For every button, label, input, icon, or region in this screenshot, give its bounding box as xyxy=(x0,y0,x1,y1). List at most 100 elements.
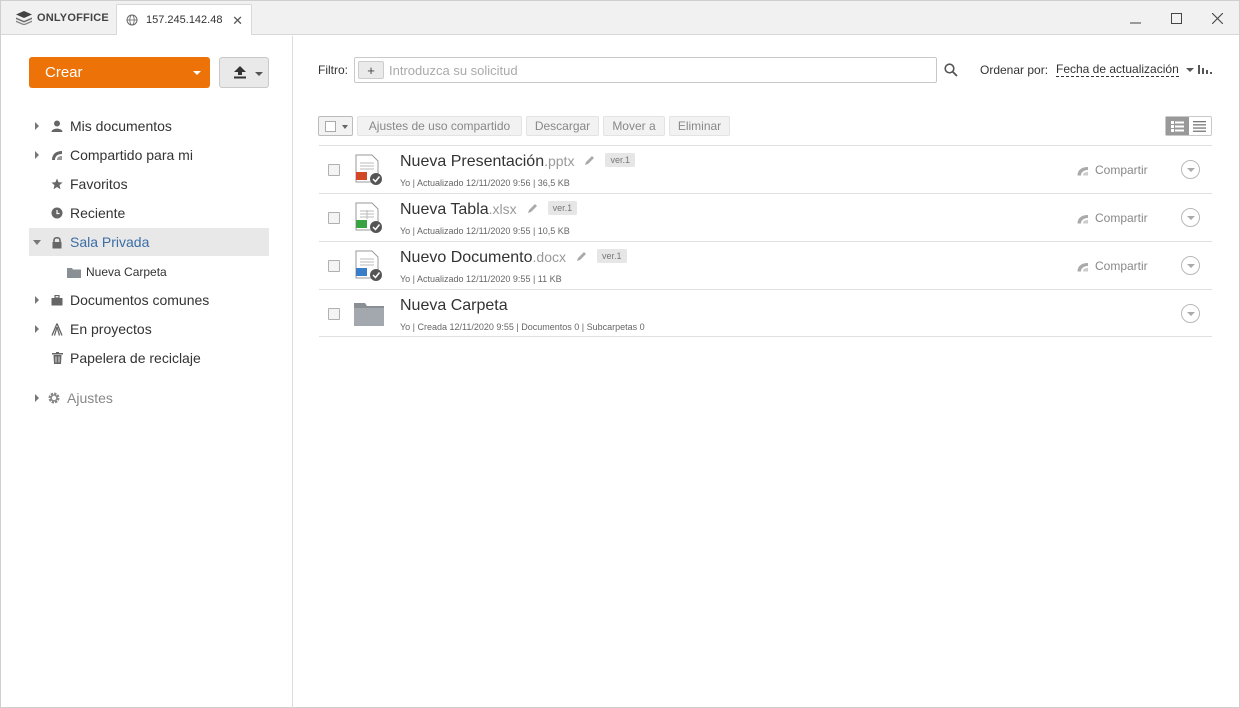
star-icon xyxy=(50,177,64,191)
chevron-down-icon[interactable] xyxy=(1186,68,1194,72)
folder-row[interactable]: Nueva Carpeta Yo | Creada 12/11/2020 9:5… xyxy=(319,289,1212,337)
sort-direction-icon[interactable] xyxy=(1198,63,1212,75)
sidebar-item-my-documents[interactable]: Mis documentos xyxy=(29,112,269,140)
filter-add-button[interactable]: + xyxy=(358,61,384,79)
file-extension: .pptx xyxy=(544,153,575,169)
file-row[interactable]: Nuevo Documento .docx ver.1 Yo | Actualiz… xyxy=(319,241,1212,289)
sidebar-item-projects[interactable]: En proyectos xyxy=(29,315,269,343)
close-icon xyxy=(1211,12,1223,24)
chevron-down-icon xyxy=(255,72,263,76)
sort-field-selector[interactable]: Fecha de actualización xyxy=(1056,63,1179,77)
view-toggle xyxy=(1165,116,1212,136)
select-all-dropdown[interactable] xyxy=(318,116,353,136)
file-name: Nueva Presentación xyxy=(400,153,545,170)
share-settings-button[interactable]: Ajustes de uso compartido xyxy=(357,116,522,136)
row-checkbox[interactable] xyxy=(328,260,340,272)
sidebar-item-private-room[interactable]: Sala Privada xyxy=(29,228,269,256)
row-checkbox[interactable] xyxy=(328,212,340,224)
filter-input[interactable]: + Introduzca su solicitud xyxy=(354,57,937,83)
folder-meta: Yo | Creada 12/11/2020 9:55 | Documentos… xyxy=(400,322,645,332)
expand-arrow-icon[interactable] xyxy=(35,325,39,333)
row-checkbox[interactable] xyxy=(328,308,340,320)
sidebar: Crear Mis documentos Compartido para mi xyxy=(1,36,293,708)
lock-icon xyxy=(50,235,64,249)
sort-label: Ordenar por: xyxy=(980,63,1049,77)
compact-view-button[interactable] xyxy=(1189,117,1212,135)
chevron-down-icon xyxy=(193,71,201,75)
file-title[interactable]: Nueva Tabla .xlsx ver.1 xyxy=(400,201,578,219)
file-row[interactable]: Nueva Tabla .xlsx ver.1 Yo | Actualizado … xyxy=(319,193,1212,241)
sidebar-item-label: Compartido para mi xyxy=(70,147,193,163)
row-checkbox[interactable] xyxy=(328,164,340,176)
sidebar-item-recent[interactable]: Reciente xyxy=(29,199,269,227)
folder-icon xyxy=(67,267,81,278)
file-name: Nuevo Documento xyxy=(400,249,533,266)
sidebar-item-settings[interactable]: Ajustes xyxy=(29,384,269,412)
minimize-button[interactable] xyxy=(1113,1,1157,35)
create-button[interactable]: Crear xyxy=(29,57,210,88)
file-meta: Yo | Actualizado 12/11/2020 9:56 | 36,5 … xyxy=(400,178,570,188)
file-meta: Yo | Actualizado 12/11/2020 9:55 | 10,5 … xyxy=(400,226,570,236)
share-icon xyxy=(1077,214,1088,223)
docx-file-icon xyxy=(355,250,382,281)
upload-icon xyxy=(234,66,246,79)
file-extension: .xlsx xyxy=(488,201,517,217)
download-button[interactable]: Descargar xyxy=(526,116,599,136)
sidebar-item-favorites[interactable]: Favoritos xyxy=(29,170,269,198)
folder-title[interactable]: Nueva Carpeta xyxy=(400,297,508,315)
collapse-arrow-icon[interactable] xyxy=(33,240,41,245)
share-button[interactable]: Compartir xyxy=(1077,211,1148,225)
select-all-checkbox[interactable] xyxy=(325,121,336,132)
version-badge[interactable]: ver.1 xyxy=(547,201,578,215)
trash-icon xyxy=(50,351,64,365)
filter-placeholder: Introduzca su solicitud xyxy=(389,63,518,78)
pencil-icon[interactable] xyxy=(527,203,538,214)
projects-icon xyxy=(50,322,64,336)
version-badge[interactable]: ver.1 xyxy=(605,153,635,167)
main-content: Filtro: + Introduzca su solicitud Ordena… xyxy=(294,36,1239,708)
minimize-icon xyxy=(1129,22,1141,23)
chevron-down-icon xyxy=(342,125,348,129)
pencil-icon[interactable] xyxy=(584,155,595,166)
row-menu-button[interactable] xyxy=(1181,304,1200,323)
share-icon xyxy=(1077,166,1088,175)
row-menu-button[interactable] xyxy=(1181,208,1200,227)
pencil-icon[interactable] xyxy=(576,251,587,262)
upload-button[interactable] xyxy=(219,57,269,88)
row-menu-button[interactable] xyxy=(1181,160,1200,179)
version-badge[interactable]: ver.1 xyxy=(596,249,627,263)
sidebar-item-shared-with-me[interactable]: Compartido para mi xyxy=(29,141,269,169)
file-title[interactable]: Nueva Presentación .pptx ver.1 xyxy=(400,153,635,171)
sidebar-item-trash[interactable]: Papelera de reciclaje xyxy=(29,344,269,372)
maximize-button[interactable] xyxy=(1154,1,1198,35)
briefcase-icon xyxy=(50,293,64,307)
expand-arrow-icon[interactable] xyxy=(35,394,39,402)
sidebar-subitem-new-folder[interactable]: Nueva Carpeta xyxy=(67,264,167,280)
delete-button[interactable]: Eliminar xyxy=(669,116,730,136)
file-title[interactable]: Nuevo Documento .docx ver.1 xyxy=(400,249,627,267)
file-name: Nueva Tabla xyxy=(400,201,489,218)
expand-arrow-icon[interactable] xyxy=(35,122,39,130)
sidebar-item-label: Sala Privada xyxy=(70,234,150,250)
close-button[interactable] xyxy=(1195,1,1239,35)
sidebar-item-label: Documentos comunes xyxy=(70,292,210,308)
search-icon[interactable] xyxy=(944,63,958,77)
share-button[interactable]: Compartir xyxy=(1077,163,1148,177)
sidebar-item-common-documents[interactable]: Documentos comunes xyxy=(29,286,269,314)
share-label: Compartir xyxy=(1095,163,1148,177)
sidebar-item-label: En proyectos xyxy=(70,321,152,337)
share-label: Compartir xyxy=(1095,211,1148,225)
share-button[interactable]: Compartir xyxy=(1077,259,1148,273)
list-view-button[interactable] xyxy=(1166,117,1189,135)
tab-close-icon[interactable]: ✕ xyxy=(232,13,243,29)
sidebar-item-label: Mis documentos xyxy=(70,118,172,134)
expand-arrow-icon[interactable] xyxy=(35,151,39,159)
row-menu-button[interactable] xyxy=(1181,256,1200,275)
move-to-button[interactable]: Mover a xyxy=(603,116,665,136)
compact-list-icon xyxy=(1193,120,1207,132)
expand-arrow-icon[interactable] xyxy=(35,296,39,304)
app-brand[interactable]: ONLYOFFICE xyxy=(1,1,115,35)
file-row[interactable]: Nueva Presentación .pptx ver.1 Yo | Actua… xyxy=(319,145,1212,193)
share-icon xyxy=(1077,262,1088,271)
tab-server[interactable]: 157.245.142.48 ✕ xyxy=(116,4,252,35)
